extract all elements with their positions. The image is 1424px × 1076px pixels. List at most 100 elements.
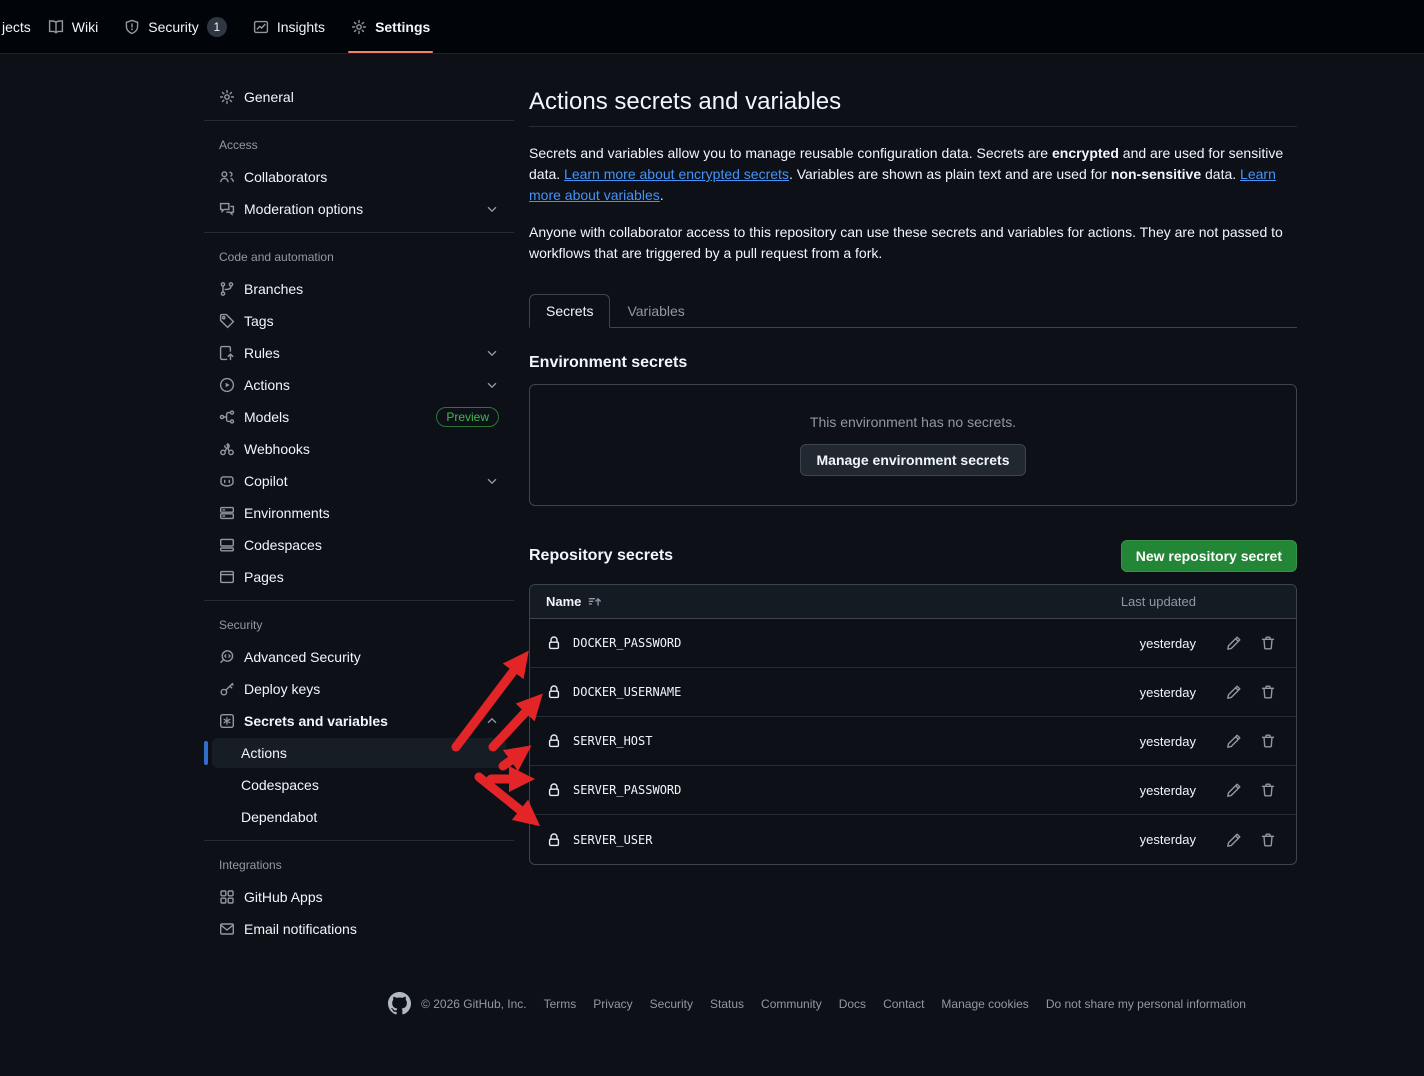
sidebar-subitem-actions-current[interactable]: Actions (204, 738, 506, 768)
secret-name: DOCKER_PASSWORD (573, 636, 682, 650)
column-name[interactable]: Name (546, 594, 1078, 609)
sidebar-item-github-apps[interactable]: GitHub Apps (212, 882, 506, 912)
tab-wiki[interactable]: Wiki (35, 0, 111, 53)
sidebar-item-email-notifications[interactable]: Email notifications (212, 914, 506, 944)
learn-more-encrypted-secrets-link[interactable]: Learn more about encrypted secrets (564, 166, 789, 182)
edit-secret-button[interactable] (1222, 729, 1246, 753)
sidebar-item-pages-label: Pages (244, 569, 284, 585)
delete-secret-button[interactable] (1256, 828, 1280, 852)
intro-text: . (659, 187, 664, 203)
sidebar-item-github-apps-label: GitHub Apps (244, 889, 323, 905)
settings-sidebar: General Access Collaborators Moderation … (204, 80, 514, 946)
sidebar-item-advanced-security-label: Advanced Security (244, 649, 361, 665)
sidebar-divider (204, 120, 514, 121)
tab-settings[interactable]: Settings (338, 0, 443, 53)
delete-secret-button[interactable] (1256, 778, 1280, 802)
sidebar-item-general[interactable]: General (212, 82, 506, 112)
tag-icon (219, 313, 235, 329)
secret-updated: yesterday (1139, 782, 1196, 798)
tab-projects-partial[interactable]: jects (0, 0, 35, 53)
sidebar-item-environments[interactable]: Environments (212, 498, 506, 528)
footer-link-contact[interactable]: Contact (883, 997, 924, 1011)
sidebar-item-rules-label: Rules (244, 345, 280, 361)
edit-secret-button[interactable] (1222, 828, 1246, 852)
lock-icon (548, 832, 560, 846)
sidebar-item-pages[interactable]: Pages (212, 562, 506, 592)
tab-security[interactable]: Security 1 (111, 0, 240, 53)
tab-insights[interactable]: Insights (240, 0, 338, 53)
intro-bold-non-sensitive: non-sensitive (1110, 166, 1202, 182)
webhook-icon (220, 443, 234, 456)
actions-secrets-main: Actions secrets and variables Secrets an… (529, 80, 1297, 865)
secret-name: SERVER_HOST (573, 734, 653, 748)
play-icon (219, 377, 235, 393)
footer-link-status[interactable]: Status (710, 997, 744, 1011)
sidebar-item-moderation-options[interactable]: Moderation options (212, 194, 506, 224)
sidebar-item-actions[interactable]: Actions (212, 370, 506, 400)
sidebar-item-codespaces[interactable]: Codespaces (212, 530, 506, 560)
lock-icon (548, 636, 560, 650)
sidebar-item-models[interactable]: Models Preview (212, 402, 506, 432)
lock-icon (548, 734, 560, 748)
settings-content: General Access Collaborators Moderation … (204, 54, 1424, 946)
sidebar-subitem-actions-label: Actions (241, 745, 287, 761)
footer-link-privacy[interactable]: Privacy (593, 997, 632, 1011)
secret-name: SERVER_PASSWORD (573, 783, 682, 797)
edit-secret-button[interactable] (1222, 680, 1246, 704)
footer-link-terms[interactable]: Terms (544, 997, 577, 1011)
environment-secrets-heading: Environment secrets (529, 354, 688, 371)
secret-updated: yesterday (1139, 635, 1196, 651)
sidebar-item-deploy-keys-label: Deploy keys (244, 681, 321, 697)
sidebar-item-secrets-and-variables-label: Secrets and variables (244, 713, 388, 729)
repository-secrets-table: Name Last updated DOCKER_PASSWORD yester… (529, 584, 1297, 865)
sidebar-subitem-codespaces[interactable]: Codespaces (212, 770, 506, 800)
sidebar-item-copilot[interactable]: Copilot (212, 466, 506, 496)
gear-icon (351, 19, 367, 34)
column-name-label: Name (546, 594, 582, 609)
secret-updated: yesterday (1139, 733, 1196, 749)
delete-secret-button[interactable] (1256, 631, 1280, 655)
repo-tab-bar: jects Wiki Security 1 Insights Settings (0, 0, 1424, 54)
edit-secret-button[interactable] (1222, 778, 1246, 802)
sidebar-item-collaborators[interactable]: Collaborators (212, 162, 506, 192)
sidebar-item-rules[interactable]: Rules (212, 338, 506, 368)
sidebar-item-advanced-security[interactable]: Advanced Security (212, 642, 506, 672)
footer-link-community[interactable]: Community (761, 997, 822, 1011)
sidebar-item-secrets-and-variables[interactable]: Secrets and variables (212, 706, 506, 736)
sidebar-item-branches[interactable]: Branches (212, 274, 506, 304)
trash-icon (1261, 833, 1275, 846)
manage-environment-secrets-button[interactable]: Manage environment secrets (799, 444, 1027, 476)
delete-secret-button[interactable] (1256, 729, 1280, 753)
secret-updated: yesterday (1139, 684, 1196, 700)
sidebar-item-tags[interactable]: Tags (212, 306, 506, 336)
intro-bold-encrypted: encrypted (1051, 145, 1119, 161)
page-footer: © 2026 GitHub, Inc. Terms Privacy Securi… (105, 992, 1424, 1015)
browser-icon (220, 570, 235, 584)
footer-link-manage-cookies[interactable]: Manage cookies (941, 997, 1028, 1011)
tab-insights-label: Insights (276, 18, 326, 35)
footer-copyright-text: © 2026 GitHub, Inc. (421, 996, 527, 1011)
secret-row-docker-username: DOCKER_USERNAME yesterday (530, 668, 1296, 717)
new-repository-secret-button[interactable]: New repository secret (1120, 540, 1297, 572)
server-stack-icon (220, 506, 235, 520)
secret-row-server-password: SERVER_PASSWORD yesterday (530, 766, 1296, 815)
sidebar-subitem-dependabot[interactable]: Dependabot (212, 802, 506, 832)
tab-secrets[interactable]: Secrets (529, 294, 611, 328)
chevron-down-icon (487, 382, 497, 389)
pencil-icon (1227, 636, 1241, 650)
secret-row-server-user: SERVER_USER yesterday (530, 815, 1296, 864)
environment-secrets-empty-box: This environment has no secrets. Manage … (529, 384, 1297, 506)
footer-link-security[interactable]: Security (650, 997, 693, 1011)
footer-link-docs[interactable]: Docs (839, 997, 866, 1011)
tab-wiki-label: Wiki (71, 18, 99, 35)
delete-secret-button[interactable] (1256, 680, 1280, 704)
footer-link-do-not-share[interactable]: Do not share my personal information (1046, 997, 1246, 1011)
sidebar-item-webhooks-label: Webhooks (244, 441, 310, 457)
sidebar-item-deploy-keys[interactable]: Deploy keys (212, 674, 506, 704)
tab-variables[interactable]: Variables (610, 294, 701, 328)
shield-icon (125, 19, 139, 34)
lock-icon (548, 685, 560, 699)
sidebar-item-webhooks[interactable]: Webhooks (212, 434, 506, 464)
security-count-badge: 1 (206, 16, 227, 37)
edit-secret-button[interactable] (1222, 631, 1246, 655)
